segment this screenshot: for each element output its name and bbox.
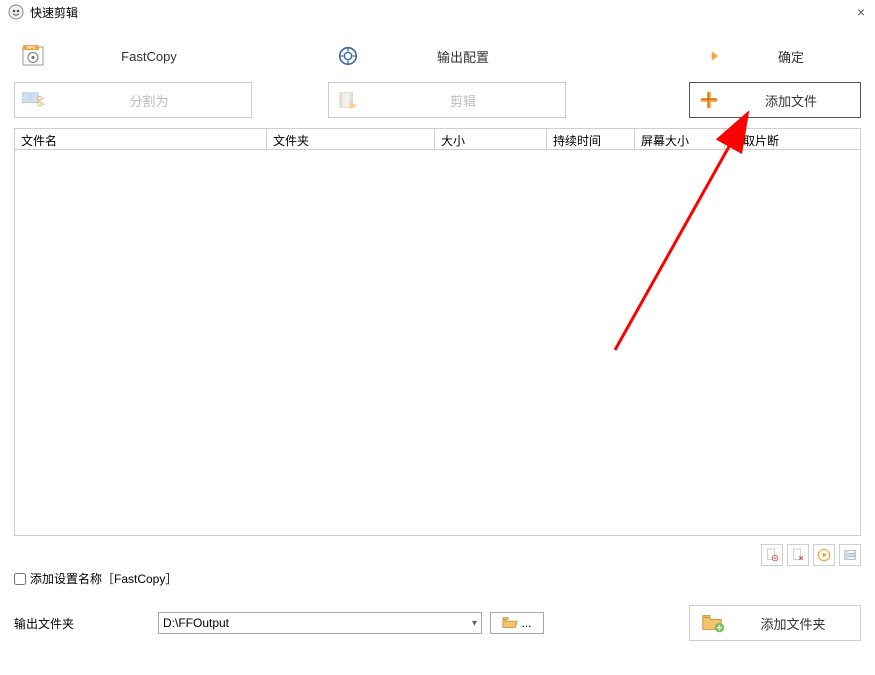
play-circle-icon	[817, 548, 831, 562]
film-play-icon	[335, 87, 361, 113]
ok-label: 确定	[722, 47, 860, 66]
page-delete-icon	[765, 548, 779, 562]
add-settings-name-checkbox[interactable]	[14, 573, 26, 585]
split-label: 分割为	[47, 91, 251, 110]
arrow-right-icon	[696, 43, 722, 69]
edit-button[interactable]: 剪辑	[328, 82, 566, 118]
add-folder-button[interactable]: 添加文件夹	[689, 605, 861, 641]
svg-text:MP4: MP4	[27, 45, 36, 50]
plus-icon	[696, 87, 722, 113]
output-config-button[interactable]: 输出配置	[328, 38, 566, 74]
col-size[interactable]: 大小	[435, 129, 547, 149]
col-screensize[interactable]: 屏幕大小	[635, 129, 725, 149]
mini-clear-button[interactable]	[787, 544, 809, 566]
split-button[interactable]: 分割为	[14, 82, 252, 118]
close-icon[interactable]: ×	[857, 4, 865, 20]
add-settings-name-label: 添加设置名称［FastCopy］	[30, 570, 177, 587]
add-file-label: 添加文件	[722, 91, 860, 110]
page-x-icon	[791, 548, 805, 562]
gear-icon	[335, 43, 361, 69]
fastcopy-label: FastCopy	[47, 49, 251, 64]
mp4-format-icon: MP4	[21, 43, 47, 69]
col-duration[interactable]: 持续时间	[547, 129, 635, 149]
output-folder-value: D:\FFOutput	[163, 616, 472, 630]
output-folder-label: 输出文件夹	[14, 615, 150, 632]
browse-label: ...	[521, 616, 531, 630]
window-title: 快速剪辑	[30, 4, 78, 21]
edit-label: 剪辑	[361, 91, 565, 110]
mini-delete-button[interactable]	[761, 544, 783, 566]
col-clip[interactable]: 截取片断	[725, 129, 860, 149]
add-folder-label: 添加文件夹	[726, 614, 860, 633]
mini-play-button[interactable]	[813, 544, 835, 566]
toolbar-row-2: 分割为 剪辑 添加文件	[0, 78, 875, 122]
chevron-down-icon: ▾	[472, 618, 477, 629]
table-header: 文件名 文件夹 大小 持续时间 屏幕大小 截取片断	[14, 128, 861, 150]
col-filename[interactable]: 文件名	[15, 129, 267, 149]
actions-row	[0, 536, 875, 566]
browse-button[interactable]: ...	[490, 612, 544, 634]
table-body[interactable]	[14, 150, 861, 536]
col-folder[interactable]: 文件夹	[267, 129, 435, 149]
fastcopy-button[interactable]: MP4 FastCopy	[14, 38, 252, 74]
app-icon	[8, 4, 24, 20]
output-folder-select[interactable]: D:\FFOutput ▾	[158, 612, 482, 634]
ok-button[interactable]: 确定	[689, 38, 861, 74]
add-file-button[interactable]: 添加文件	[689, 82, 861, 118]
info-grid-icon	[843, 548, 857, 562]
settings-check-row: 添加设置名称［FastCopy］	[0, 566, 875, 591]
output-config-label: 输出配置	[361, 47, 565, 66]
title-bar: 快速剪辑 ×	[0, 0, 875, 24]
mini-info-button[interactable]	[839, 544, 861, 566]
folder-open-icon	[502, 616, 518, 630]
folder-plus-icon	[700, 610, 726, 636]
scissors-icon	[21, 87, 47, 113]
output-row: 输出文件夹 D:\FFOutput ▾ ... 添加文件夹	[0, 591, 875, 651]
toolbar-row-1: MP4 FastCopy 输出配置 确定	[0, 34, 875, 78]
